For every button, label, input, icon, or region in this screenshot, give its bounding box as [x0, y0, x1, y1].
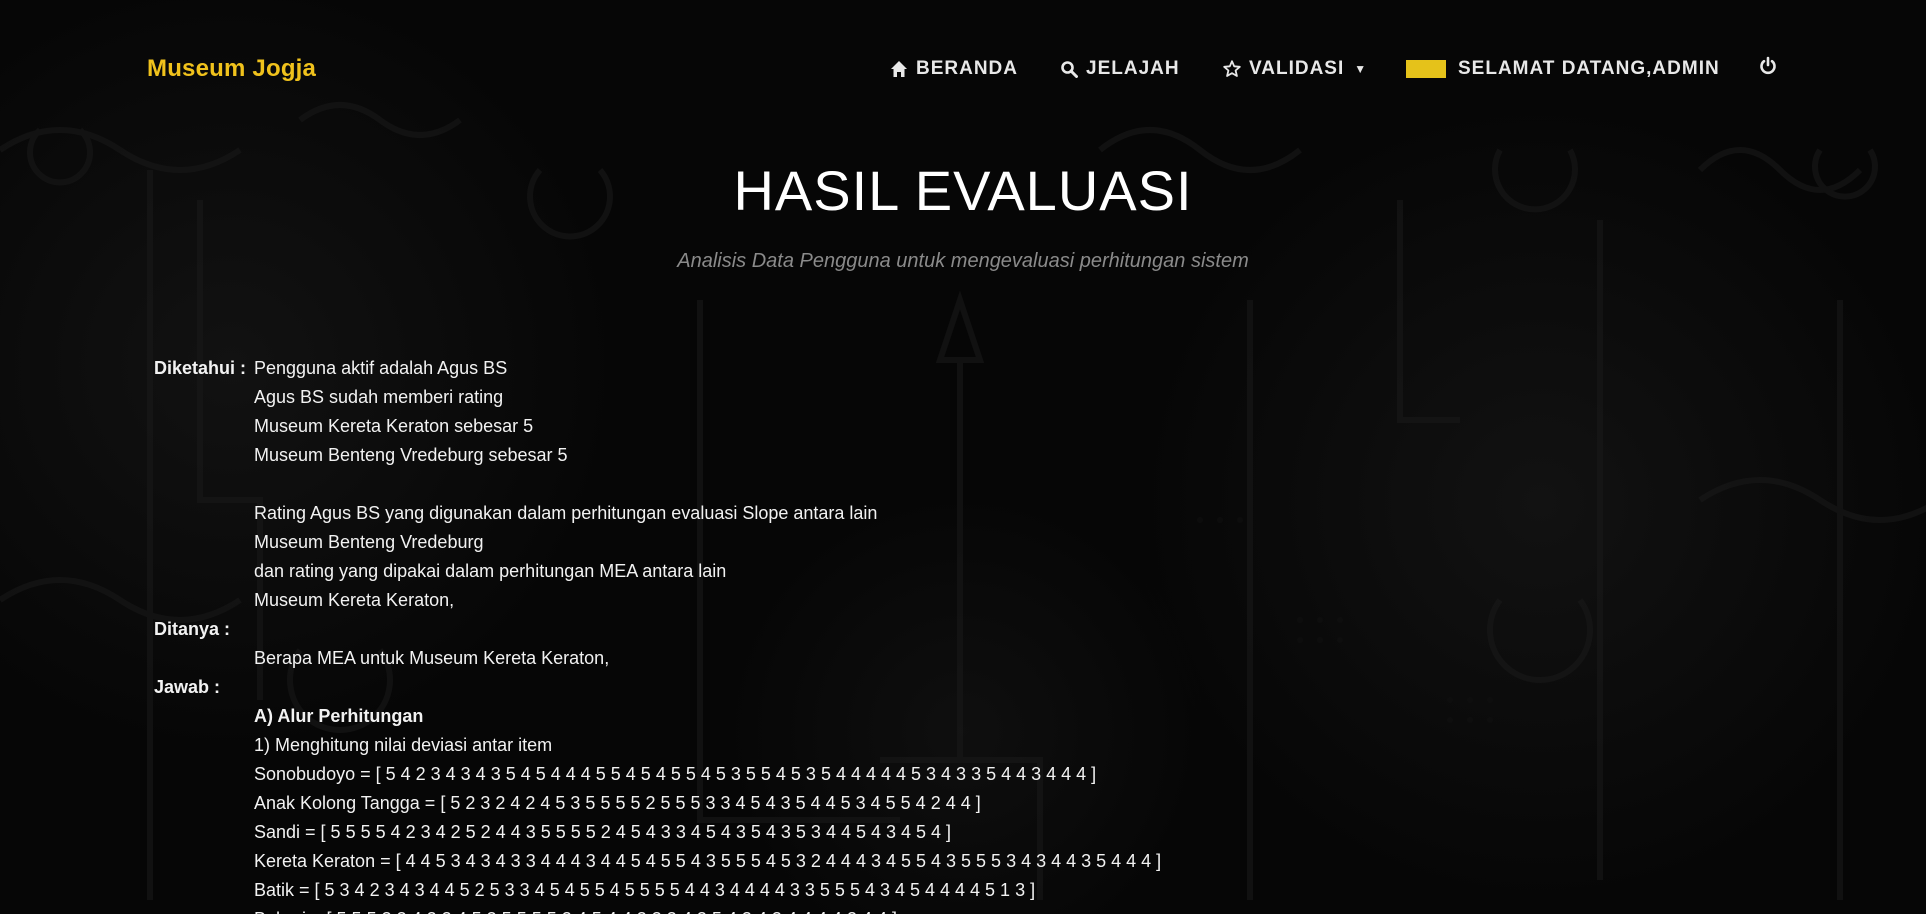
navbar: Museum Jogja BERANDA JELAJAH VALIDASI ▼ … [0, 0, 1926, 140]
diketahui-line: Museum Kereta Keraton sebesar 5 [254, 416, 534, 436]
rating-row: Sonobudoyo = [ 5 4 2 3 4 3 4 3 5 4 5 4 4… [254, 764, 1097, 784]
nav-validasi-dropdown[interactable]: VALIDASI ▼ [1223, 58, 1367, 80]
logout-button[interactable] [1758, 56, 1778, 76]
ditanya-text: Berapa MEA untuk Museum Kereta Keraton, [254, 648, 610, 668]
diketahui-line: dan rating yang dipakai dalam perhitunga… [254, 561, 727, 581]
nav-beranda-label: BERANDA [916, 58, 1018, 79]
rating-row: Batik = [ 5 3 4 2 3 4 3 4 4 5 2 5 3 3 4 … [254, 880, 1036, 900]
diketahui-line: Museum Kereta Keraton, [254, 590, 455, 610]
evaluation-content: Diketahui : Pengguna aktif adalah Agus B… [154, 354, 1161, 914]
diketahui-row: Diketahui : Pengguna aktif adalah Agus B… [154, 354, 1161, 383]
page-subtitle: Analisis Data Pengguna untuk mengevaluas… [677, 250, 1249, 272]
rating-row: Anak Kolong Tangga = [ 5 2 3 2 4 2 4 5 3… [254, 793, 981, 813]
page: Museum Jogja BERANDA JELAJAH VALIDASI ▼ … [0, 0, 1926, 914]
rating-row: Sandi = [ 5 5 5 5 4 2 3 4 2 5 2 4 4 3 5 … [254, 822, 952, 842]
diketahui-line: Museum Benteng Vredeburg sebesar 5 [254, 445, 568, 465]
diketahui-line: Agus BS sudah memberi rating [254, 387, 504, 407]
step-title: 1) Menghitung nilai deviasi antar item [254, 735, 553, 755]
rating-row: Kereta Keraton = [ 4 4 5 3 4 3 4 3 3 4 4… [254, 851, 1162, 871]
user-avatar [1406, 60, 1446, 78]
diketahui-line: Museum Benteng Vredeburg [254, 532, 484, 552]
nav-beranda[interactable]: BERANDA [890, 58, 1018, 80]
rating-row: Bahari = [ 5 5 5 3 3 4 2 2 4 5 3 5 5 5 5… [154, 905, 1161, 914]
star-icon [1223, 60, 1241, 78]
brand-logo[interactable]: Museum Jogja [147, 55, 316, 83]
diketahui-first-line: Pengguna aktif adalah Agus BS [254, 358, 508, 378]
page-title: HASIL EVALUASI [733, 159, 1193, 222]
ditanya-label: Ditanya : [154, 619, 231, 639]
nav-user-label: SELAMAT DATANG,ADMIN [1458, 58, 1720, 79]
caret-down-icon: ▼ [1354, 62, 1368, 76]
power-icon [1758, 56, 1778, 76]
search-icon [1060, 60, 1078, 78]
home-icon [890, 60, 908, 78]
diketahui-line: Rating Agus BS yang digunakan dalam perh… [254, 503, 878, 523]
nav-jelajah-label: JELAJAH [1086, 58, 1180, 79]
jawab-label: Jawab : [154, 677, 221, 697]
diketahui-label: Diketahui : [154, 358, 247, 378]
nav-validasi-label: VALIDASI [1249, 58, 1345, 79]
nav-jelajah[interactable]: JELAJAH [1060, 58, 1180, 80]
section-title: A) Alur Perhitungan [254, 706, 424, 726]
nav-user-greeting[interactable]: SELAMAT DATANG,ADMIN [1406, 58, 1720, 80]
